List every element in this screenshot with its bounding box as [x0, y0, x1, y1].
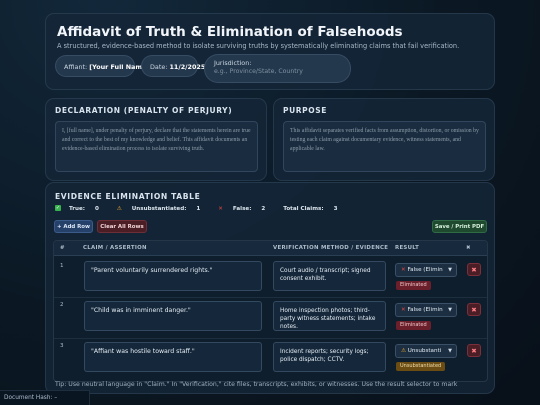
result-select[interactable]: ⚠ Unsubstanti ▼: [395, 344, 457, 358]
status-badge: Eliminated: [396, 321, 431, 330]
tip-text: Tip: Use neutral language in "Claim." In…: [55, 381, 458, 388]
claim-input[interactable]: "Child was in imminent danger.": [84, 301, 262, 331]
result-select[interactable]: ✕ False (Elimin ▼: [395, 263, 457, 277]
col-delete: ✖: [466, 245, 471, 251]
status-badge: Eliminated: [396, 281, 431, 290]
col-num: #: [60, 245, 65, 251]
header-card: Affidavit of Truth & Elimination of Fals…: [45, 13, 495, 90]
col-verification: VERIFICATION METHOD / EVIDENCE: [273, 245, 389, 251]
status-badge: Unsubstantiated: [396, 362, 446, 371]
warning-icon: ⚠: [116, 205, 122, 212]
jurisdiction-label: Jurisdiction:: [214, 59, 252, 67]
claim-input[interactable]: "Parent voluntarily surrendered rights.": [84, 261, 262, 291]
affiant-label: Affiant:: [64, 63, 88, 71]
stat-true: ✓ True: 0: [55, 205, 99, 212]
verification-input[interactable]: Court audio / transcript; signed consent…: [273, 261, 386, 291]
delete-row-button[interactable]: ✖: [467, 344, 481, 357]
hash-value: –: [54, 395, 58, 401]
declaration-card: DECLARATION (PENALTY OF PERJURY) I, [ful…: [45, 98, 267, 181]
row-number: 3: [60, 343, 64, 349]
page-title: Affidavit of Truth & Elimination of Fals…: [57, 24, 403, 40]
clear-rows-button[interactable]: Clear All Rows: [97, 220, 147, 233]
declaration-title: DECLARATION (PENALTY OF PERJURY): [55, 106, 233, 115]
verification-input[interactable]: Incident reports; security logs; police …: [273, 342, 386, 372]
row-number: 1: [60, 263, 64, 269]
chevron-down-icon: ▼: [446, 345, 452, 357]
chevron-down-icon: ▼: [446, 304, 452, 316]
date-label: Date:: [150, 63, 168, 71]
document-hash: Document Hash: –: [0, 390, 90, 405]
purpose-title: PURPOSE: [283, 106, 327, 115]
claim-input[interactable]: "Affiant was hostile toward staff.": [84, 342, 262, 372]
date-value[interactable]: 11/2/2025: [169, 63, 205, 71]
result-select[interactable]: ✕ False (Elimin ▼: [395, 303, 457, 317]
date-field[interactable]: Date: 11/2/2025: [141, 55, 205, 77]
stats-bar: ✓ True: 0 ⚠ Unsubstantiated: 1 ✕ False: 2…: [55, 205, 353, 212]
save-print-button[interactable]: Save / Print PDF: [432, 220, 487, 233]
declaration-textarea[interactable]: I, [full name], under penalty of perjury…: [55, 121, 258, 172]
check-icon: ✓: [55, 205, 61, 211]
stat-false: ✕ False: 2: [218, 205, 266, 212]
purpose-textarea[interactable]: This affidavit separates verified facts …: [283, 121, 486, 172]
jurisdiction-field[interactable]: Jurisdiction: e.g., Province/State, Coun…: [204, 54, 351, 83]
stat-total: Total Claims: 3: [283, 205, 338, 212]
evidence-title: EVIDENCE ELIMINATION TABLE: [55, 192, 201, 201]
verification-input[interactable]: Home inspection photos; third-party witn…: [273, 301, 386, 331]
warning-icon: ⚠: [401, 348, 407, 354]
affiant-field[interactable]: Affiant: [Your Full Name]: [55, 55, 149, 77]
delete-row-button[interactable]: ✖: [467, 263, 481, 276]
hash-label: Document Hash:: [4, 395, 53, 401]
jurisdiction-input[interactable]: e.g., Province/State, Country: [214, 68, 303, 75]
row-divider: [54, 297, 487, 298]
row-divider: [54, 338, 487, 339]
purpose-card: PURPOSE This affidavit separates verifie…: [273, 98, 495, 181]
page-subtitle: A structured, evidence-based method to i…: [57, 42, 460, 50]
x-icon: ✕: [401, 307, 406, 313]
x-icon: ✕: [218, 205, 223, 212]
stat-unsubstantiated: ⚠ Unsubstantiated: 1: [116, 205, 201, 212]
col-claim: CLAIM / ASSERTION: [83, 245, 147, 251]
x-icon: ✕: [401, 267, 406, 273]
chevron-down-icon: ▼: [446, 264, 452, 276]
delete-row-button[interactable]: ✖: [467, 303, 481, 316]
col-result: RESULT: [395, 245, 420, 251]
evidence-table: # CLAIM / ASSERTION VERIFICATION METHOD …: [53, 240, 488, 382]
add-row-button[interactable]: + Add Row: [54, 220, 93, 233]
row-number: 2: [60, 302, 64, 308]
